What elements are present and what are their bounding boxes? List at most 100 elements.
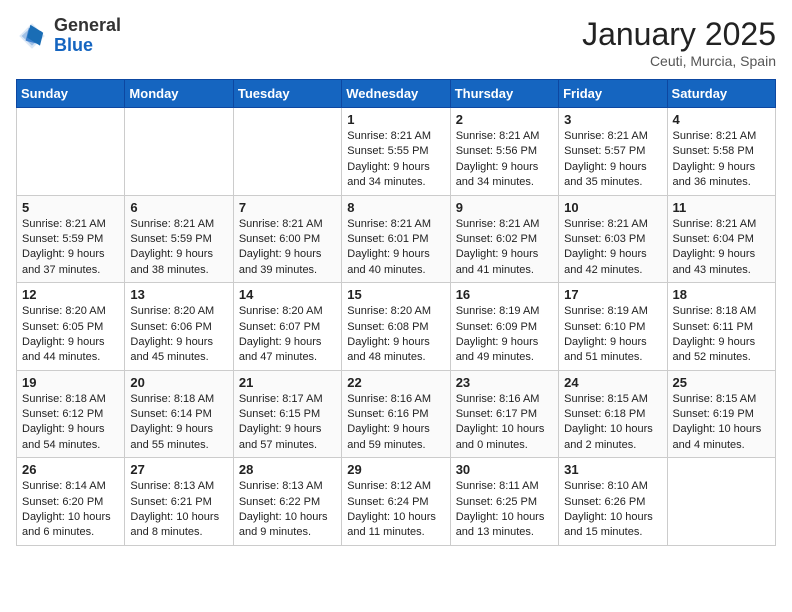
sunset-text: Sunset: 6:03 PM xyxy=(564,233,645,245)
day-number: 1 xyxy=(347,112,444,127)
sunset-text: Sunset: 5:59 PM xyxy=(130,233,211,245)
sunset-text: Sunset: 6:05 PM xyxy=(22,321,103,333)
calendar-cell xyxy=(667,458,775,546)
daylight-text: Daylight: 9 hours and 34 minutes. xyxy=(456,161,539,188)
calendar-cell: 31 Sunrise: 8:10 AM Sunset: 6:26 PM Dayl… xyxy=(559,458,667,546)
sunset-text: Sunset: 5:58 PM xyxy=(673,145,754,157)
day-number: 15 xyxy=(347,287,444,302)
sunset-text: Sunset: 6:11 PM xyxy=(673,321,754,333)
calendar-table: SundayMondayTuesdayWednesdayThursdayFrid… xyxy=(16,79,776,546)
daylight-text: Daylight: 10 hours and 6 minutes. xyxy=(22,511,111,538)
sunrise-text: Sunrise: 8:18 AM xyxy=(22,393,106,405)
calendar-cell: 3 Sunrise: 8:21 AM Sunset: 5:57 PM Dayli… xyxy=(559,108,667,196)
sunset-text: Sunset: 5:57 PM xyxy=(564,145,645,157)
calendar-cell: 14 Sunrise: 8:20 AM Sunset: 6:07 PM Dayl… xyxy=(233,283,341,371)
day-number: 14 xyxy=(239,287,336,302)
cell-content: Sunrise: 8:21 AM Sunset: 5:59 PM Dayligh… xyxy=(130,217,227,279)
daylight-text: Daylight: 9 hours and 35 minutes. xyxy=(564,161,647,188)
cell-content: Sunrise: 8:21 AM Sunset: 5:59 PM Dayligh… xyxy=(22,217,119,279)
calendar-week-row: 26 Sunrise: 8:14 AM Sunset: 6:20 PM Dayl… xyxy=(17,458,776,546)
cell-content: Sunrise: 8:21 AM Sunset: 5:56 PM Dayligh… xyxy=(456,129,553,191)
daylight-text: Daylight: 10 hours and 2 minutes. xyxy=(564,423,653,450)
sunset-text: Sunset: 6:12 PM xyxy=(22,408,103,420)
sunrise-text: Sunrise: 8:18 AM xyxy=(130,393,214,405)
daylight-text: Daylight: 9 hours and 47 minutes. xyxy=(239,336,322,363)
day-number: 11 xyxy=(673,200,770,215)
sunrise-text: Sunrise: 8:21 AM xyxy=(130,218,214,230)
calendar-cell: 23 Sunrise: 8:16 AM Sunset: 6:17 PM Dayl… xyxy=(450,370,558,458)
daylight-text: Daylight: 10 hours and 11 minutes. xyxy=(347,511,436,538)
day-number: 24 xyxy=(564,375,661,390)
sunrise-text: Sunrise: 8:21 AM xyxy=(673,130,757,142)
daylight-text: Daylight: 10 hours and 8 minutes. xyxy=(130,511,219,538)
sunrise-text: Sunrise: 8:10 AM xyxy=(564,480,648,492)
day-number: 20 xyxy=(130,375,227,390)
sunset-text: Sunset: 5:55 PM xyxy=(347,145,428,157)
day-number: 5 xyxy=(22,200,119,215)
cell-content: Sunrise: 8:13 AM Sunset: 6:21 PM Dayligh… xyxy=(130,479,227,541)
cell-content: Sunrise: 8:17 AM Sunset: 6:15 PM Dayligh… xyxy=(239,392,336,454)
daylight-text: Daylight: 9 hours and 43 minutes. xyxy=(673,248,756,275)
sunrise-text: Sunrise: 8:21 AM xyxy=(347,130,431,142)
sunrise-text: Sunrise: 8:17 AM xyxy=(239,393,323,405)
sunrise-text: Sunrise: 8:20 AM xyxy=(239,305,323,317)
cell-content: Sunrise: 8:20 AM Sunset: 6:08 PM Dayligh… xyxy=(347,304,444,366)
sunset-text: Sunset: 6:01 PM xyxy=(347,233,428,245)
cell-content: Sunrise: 8:21 AM Sunset: 6:04 PM Dayligh… xyxy=(673,217,770,279)
cell-content: Sunrise: 8:13 AM Sunset: 6:22 PM Dayligh… xyxy=(239,479,336,541)
daylight-text: Daylight: 9 hours and 36 minutes. xyxy=(673,161,756,188)
calendar-cell: 21 Sunrise: 8:17 AM Sunset: 6:15 PM Dayl… xyxy=(233,370,341,458)
sunset-text: Sunset: 6:08 PM xyxy=(347,321,428,333)
day-number: 2 xyxy=(456,112,553,127)
cell-content: Sunrise: 8:18 AM Sunset: 6:14 PM Dayligh… xyxy=(130,392,227,454)
calendar-cell: 27 Sunrise: 8:13 AM Sunset: 6:21 PM Dayl… xyxy=(125,458,233,546)
calendar-cell: 4 Sunrise: 8:21 AM Sunset: 5:58 PM Dayli… xyxy=(667,108,775,196)
sunset-text: Sunset: 6:16 PM xyxy=(347,408,428,420)
page-header: General Blue January 2025 Ceuti, Murcia,… xyxy=(16,16,776,69)
calendar-week-row: 1 Sunrise: 8:21 AM Sunset: 5:55 PM Dayli… xyxy=(17,108,776,196)
cell-content: Sunrise: 8:21 AM Sunset: 6:03 PM Dayligh… xyxy=(564,217,661,279)
day-number: 27 xyxy=(130,462,227,477)
sunrise-text: Sunrise: 8:14 AM xyxy=(22,480,106,492)
sunset-text: Sunset: 6:00 PM xyxy=(239,233,320,245)
calendar-cell: 18 Sunrise: 8:18 AM Sunset: 6:11 PM Dayl… xyxy=(667,283,775,371)
day-number: 3 xyxy=(564,112,661,127)
logo-text: General Blue xyxy=(54,16,121,56)
calendar-cell: 16 Sunrise: 8:19 AM Sunset: 6:09 PM Dayl… xyxy=(450,283,558,371)
calendar-cell: 22 Sunrise: 8:16 AM Sunset: 6:16 PM Dayl… xyxy=(342,370,450,458)
logo-general: General xyxy=(54,15,121,35)
calendar-cell: 7 Sunrise: 8:21 AM Sunset: 6:00 PM Dayli… xyxy=(233,195,341,283)
calendar-cell: 29 Sunrise: 8:12 AM Sunset: 6:24 PM Dayl… xyxy=(342,458,450,546)
day-number: 28 xyxy=(239,462,336,477)
sunset-text: Sunset: 6:18 PM xyxy=(564,408,645,420)
sunrise-text: Sunrise: 8:15 AM xyxy=(564,393,648,405)
calendar-cell: 25 Sunrise: 8:15 AM Sunset: 6:19 PM Dayl… xyxy=(667,370,775,458)
day-number: 6 xyxy=(130,200,227,215)
sunrise-text: Sunrise: 8:21 AM xyxy=(239,218,323,230)
sunrise-text: Sunrise: 8:21 AM xyxy=(22,218,106,230)
day-number: 4 xyxy=(673,112,770,127)
sunset-text: Sunset: 6:24 PM xyxy=(347,496,428,508)
sunrise-text: Sunrise: 8:19 AM xyxy=(456,305,540,317)
daylight-text: Daylight: 9 hours and 39 minutes. xyxy=(239,248,322,275)
sunrise-text: Sunrise: 8:15 AM xyxy=(673,393,757,405)
day-number: 31 xyxy=(564,462,661,477)
daylight-text: Daylight: 9 hours and 45 minutes. xyxy=(130,336,213,363)
sunset-text: Sunset: 6:09 PM xyxy=(456,321,537,333)
cell-content: Sunrise: 8:21 AM Sunset: 5:58 PM Dayligh… xyxy=(673,129,770,191)
daylight-text: Daylight: 9 hours and 52 minutes. xyxy=(673,336,756,363)
daylight-text: Daylight: 9 hours and 41 minutes. xyxy=(456,248,539,275)
cell-content: Sunrise: 8:21 AM Sunset: 5:57 PM Dayligh… xyxy=(564,129,661,191)
day-number: 12 xyxy=(22,287,119,302)
sunset-text: Sunset: 6:07 PM xyxy=(239,321,320,333)
sunrise-text: Sunrise: 8:20 AM xyxy=(347,305,431,317)
weekday-header: Thursday xyxy=(450,80,558,108)
cell-content: Sunrise: 8:21 AM Sunset: 5:55 PM Dayligh… xyxy=(347,129,444,191)
daylight-text: Daylight: 10 hours and 13 minutes. xyxy=(456,511,545,538)
sunset-text: Sunset: 6:15 PM xyxy=(239,408,320,420)
daylight-text: Daylight: 9 hours and 51 minutes. xyxy=(564,336,647,363)
daylight-text: Daylight: 9 hours and 40 minutes. xyxy=(347,248,430,275)
daylight-text: Daylight: 10 hours and 0 minutes. xyxy=(456,423,545,450)
weekday-header: Wednesday xyxy=(342,80,450,108)
cell-content: Sunrise: 8:16 AM Sunset: 6:16 PM Dayligh… xyxy=(347,392,444,454)
